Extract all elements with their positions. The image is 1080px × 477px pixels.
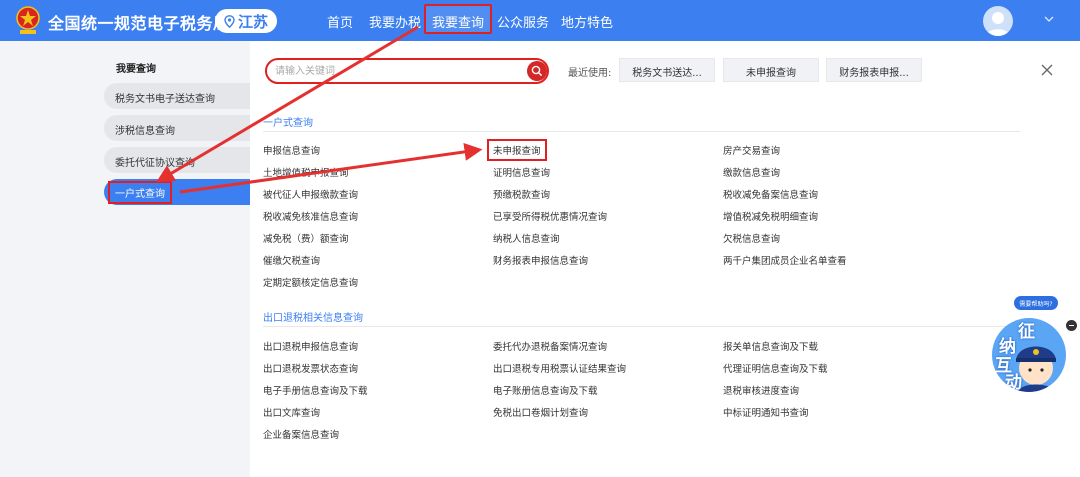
- link-arrears-reminder[interactable]: 催缴欠税查询: [263, 253, 320, 267]
- link-rebate-review-progress[interactable]: 退税审核进度查询: [723, 383, 799, 397]
- section-title-export-rebate: 出口退税相关信息查询: [263, 313, 363, 324]
- help-mascot[interactable]: 征 纳 互 动: [992, 318, 1066, 392]
- link-tax-free-cigarette[interactable]: 免税出口卷烟计划查询: [493, 405, 588, 419]
- sidebar-item-one-stop-query[interactable]: 一户式查询: [104, 179, 250, 205]
- help-widget[interactable]: 需要帮助吗? 征 纳 互 动: [990, 296, 1078, 396]
- link-land-vat[interactable]: 土地增值税申报查询: [263, 165, 349, 179]
- section-divider: [263, 131, 1020, 132]
- left-sidebar: 我要查询 税务文书电子送达查询 涉税信息查询 委托代征协议查询 一户式查询: [0, 41, 250, 477]
- nav-local-features[interactable]: 地方特色: [561, 12, 613, 31]
- help-char-4: 动: [1005, 373, 1022, 392]
- link-prepaid-tax[interactable]: 预缴税款查询: [493, 187, 550, 201]
- help-close-icon[interactable]: [1066, 320, 1077, 331]
- link-fixed-quota[interactable]: 定期定额核定信息查询: [263, 275, 358, 289]
- region-label: 江苏: [237, 12, 268, 31]
- query-panel: 最近使用: 税务文书送达... 未申报查询 财务报表申报... 一户式查询 申报…: [250, 41, 1080, 477]
- user-icon: [986, 12, 1010, 36]
- link-enterprise-filing[interactable]: 企业备案信息查询: [263, 427, 339, 441]
- nav-home[interactable]: 首页: [327, 12, 353, 31]
- sidebar-item-document-delivery[interactable]: 税务文书电子送达查询: [104, 83, 250, 109]
- link-export-rebate-declaration[interactable]: 出口退税申报信息查询: [263, 339, 358, 353]
- nav-handle-tax[interactable]: 我要办税: [369, 12, 421, 31]
- link-vat-reduction-detail[interactable]: 增值税减免税明细查询: [723, 209, 818, 223]
- sidebar-item-entrusted-collection[interactable]: 委托代征协议查询: [104, 147, 250, 173]
- chevron-down-icon[interactable]: [1044, 14, 1054, 24]
- recent-label: 最近使用:: [568, 68, 612, 79]
- help-char-1: 征: [1018, 322, 1035, 342]
- link-reduction-amount[interactable]: 减免税（费）额查询: [263, 231, 349, 245]
- link-property-transaction[interactable]: 房产交易查询: [723, 143, 780, 157]
- link-reduction-filing[interactable]: 税收减免备案信息查询: [723, 187, 818, 201]
- sidebar-heading: 我要查询: [116, 64, 156, 75]
- search-icon: [531, 65, 543, 77]
- recent-item-unfiled-query[interactable]: 未申报查询: [723, 58, 819, 82]
- link-reduction-approval[interactable]: 税收减免核准信息查询: [263, 209, 358, 223]
- link-agency-certificate[interactable]: 代理证明信息查询及下载: [723, 361, 828, 375]
- link-bid-certificate[interactable]: 中标证明通知书查询: [723, 405, 809, 419]
- top-header: 全国统一规范电子税务局 江苏 首页 我要办税 我要查询 公众服务 地方特色: [0, 0, 1080, 41]
- nav-query[interactable]: 我要查询: [424, 4, 493, 34]
- search-box: [265, 58, 549, 84]
- user-avatar[interactable]: [983, 6, 1013, 36]
- help-bubble[interactable]: 需要帮助吗?: [1014, 296, 1058, 310]
- region-selector[interactable]: 江苏: [215, 9, 277, 33]
- site-title[interactable]: 全国统一规范电子税务局: [48, 10, 230, 34]
- link-income-tax-preference[interactable]: 已享受所得税优惠情况查询: [493, 209, 607, 223]
- link-payment-info[interactable]: 缴款信息查询: [723, 165, 780, 179]
- link-declaration-info[interactable]: 申报信息查询: [263, 143, 320, 157]
- link-electronic-ledger[interactable]: 电子账册信息查询及下载: [493, 383, 598, 397]
- tax-emblem-icon: [16, 6, 40, 34]
- close-icon[interactable]: [1040, 63, 1054, 77]
- link-customs-declaration[interactable]: 报关单信息查询及下载: [723, 339, 818, 353]
- link-certificate-info[interactable]: 证明信息查询: [493, 165, 550, 179]
- link-export-library[interactable]: 出口文库查询: [263, 405, 320, 419]
- location-pin-icon: [224, 14, 235, 28]
- recent-item-financial-report[interactable]: 财务报表申报...: [826, 58, 922, 82]
- section-title-one-stop: 一户式查询: [263, 118, 313, 129]
- sidebar-item-tax-info[interactable]: 涉税信息查询: [104, 115, 250, 141]
- link-electronic-manual[interactable]: 电子手册信息查询及下载: [263, 383, 368, 397]
- search-button[interactable]: [527, 61, 547, 81]
- nav-public-service[interactable]: 公众服务: [497, 12, 549, 31]
- link-rebate-invoice-status[interactable]: 出口退税发票状态查询: [263, 361, 358, 375]
- recent-item-document-delivery[interactable]: 税务文书送达...: [619, 58, 715, 82]
- sidebar-item-label: 一户式查询: [108, 181, 172, 204]
- section-divider: [263, 326, 1020, 327]
- search-input[interactable]: [275, 63, 515, 79]
- link-financial-report-info[interactable]: 财务报表申报信息查询: [493, 253, 588, 267]
- link-entrusted-rebate[interactable]: 委托代办退税备案情况查询: [493, 339, 607, 353]
- link-group-members[interactable]: 两千户集团成员企业名单查看: [723, 253, 847, 267]
- link-arrears-info[interactable]: 欠税信息查询: [723, 231, 780, 245]
- link-taxpayer-info[interactable]: 纳税人信息查询: [493, 231, 560, 245]
- link-collected-person[interactable]: 被代征人申报缴款查询: [263, 187, 358, 201]
- link-unfiled-query[interactable]: 未申报查询: [487, 139, 547, 161]
- link-special-tax-certificate[interactable]: 出口退税专用税票认证结果查询: [493, 361, 626, 375]
